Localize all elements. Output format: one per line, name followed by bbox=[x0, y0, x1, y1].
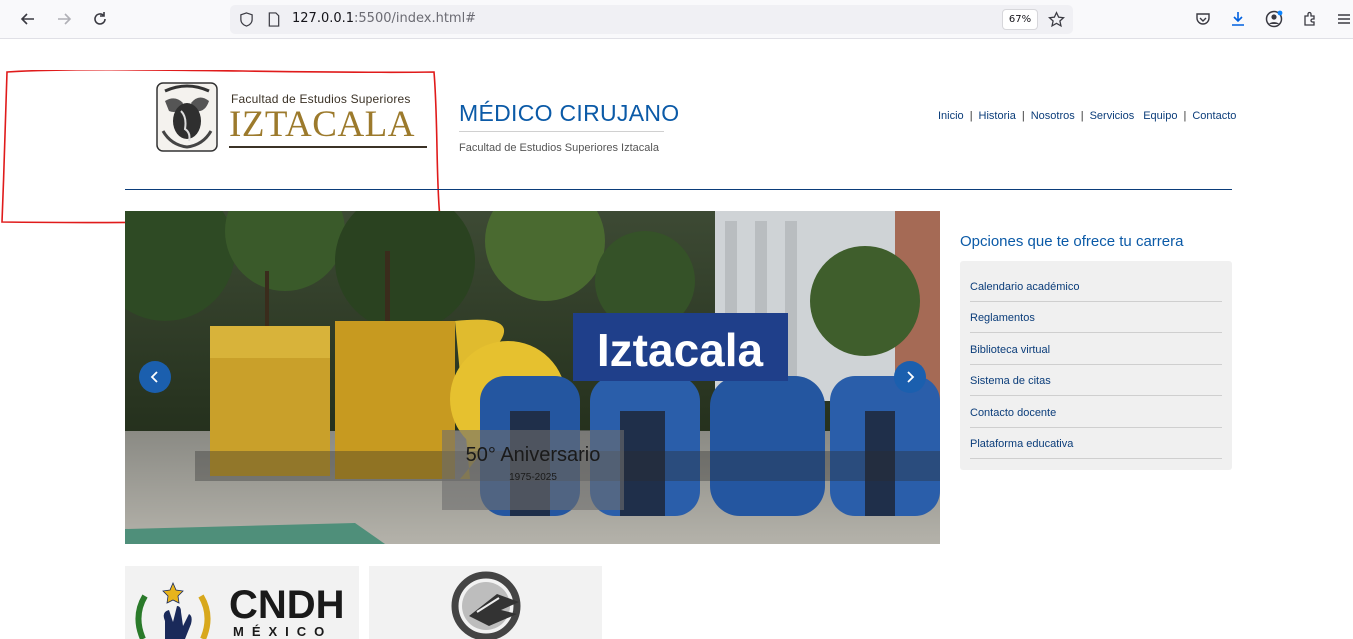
sidebar-item-citas[interactable]: Sistema de citas bbox=[970, 365, 1222, 396]
iztacala-sign-text: Iztacala bbox=[597, 324, 764, 376]
nav-link-nosotros[interactable]: Nosotros bbox=[1031, 110, 1075, 122]
hero-carousel[interactable]: Iztacala 50° Aniversario 1975-2025 bbox=[125, 211, 940, 544]
download-icon[interactable] bbox=[1227, 8, 1249, 30]
cndh-card[interactable]: CNDH MÉXICO bbox=[125, 566, 359, 639]
unam-crest-icon bbox=[156, 82, 218, 152]
sidebar-item-reglamentos[interactable]: Reglamentos bbox=[970, 302, 1222, 333]
nav-separator: | bbox=[1021, 110, 1025, 122]
forward-icon[interactable] bbox=[53, 8, 75, 30]
url-text[interactable]: 127.0.0.1:5500/index.html# bbox=[292, 11, 476, 26]
cndh-logo: CNDH MÉXICO bbox=[135, 581, 345, 639]
page-subtitle: Facultad de Estudios Superiores Iztacala bbox=[459, 142, 659, 154]
nav-link-inicio[interactable]: Inicio bbox=[938, 110, 964, 122]
bookmark-star-icon[interactable] bbox=[1048, 11, 1065, 28]
caption-subtitle: 1975-2025 bbox=[509, 472, 557, 483]
nav-link-equipo[interactable]: Equipo bbox=[1143, 110, 1177, 122]
shield-icon[interactable] bbox=[239, 12, 254, 27]
back-icon[interactable] bbox=[17, 8, 39, 30]
page-icon bbox=[268, 12, 280, 27]
nav-link-contacto[interactable]: Contacto bbox=[1192, 110, 1236, 122]
nav-separator: | bbox=[1080, 110, 1084, 122]
chevron-left-icon bbox=[150, 371, 158, 383]
sidebar-item-calendario[interactable]: Calendario académico bbox=[970, 271, 1222, 302]
logo-rule bbox=[229, 146, 427, 148]
menu-icon[interactable] bbox=[1333, 8, 1353, 30]
nav-separator: | bbox=[969, 110, 973, 122]
sidebar-item-contacto-docente[interactable]: Contacto docente bbox=[970, 397, 1222, 428]
carousel-prev-button[interactable] bbox=[139, 361, 171, 393]
browser-toolbar: 127.0.0.1:5500/index.html# 67% bbox=[0, 0, 1353, 39]
reload-icon[interactable] bbox=[89, 8, 111, 30]
caption-title: 50° Aniversario bbox=[465, 444, 601, 466]
sidebar-item-biblioteca[interactable]: Biblioteca virtual bbox=[970, 334, 1222, 365]
account-icon[interactable] bbox=[1263, 8, 1285, 30]
sidebar-item-plataforma[interactable]: Plataforma educativa bbox=[970, 428, 1222, 459]
partner-logo-icon bbox=[451, 571, 521, 639]
chevron-right-icon bbox=[907, 371, 915, 383]
sidebar-menu: Calendario académico Reglamentos Bibliot… bbox=[960, 261, 1232, 470]
title-divider bbox=[459, 131, 664, 132]
nav-separator: | bbox=[1183, 110, 1187, 122]
extensions-icon[interactable] bbox=[1299, 8, 1321, 30]
zoom-level[interactable]: 67% bbox=[1002, 9, 1038, 30]
sidebar-heading: Opciones que te ofrece tu carrera bbox=[960, 233, 1184, 250]
cndh-subtitle: MÉXICO bbox=[233, 624, 332, 639]
main-nav: Inicio | Historia | Nosotros | Servicios… bbox=[938, 110, 1236, 122]
logo-wordmark: IZTACALA bbox=[229, 104, 416, 145]
pocket-icon[interactable] bbox=[1192, 8, 1214, 30]
nav-link-servicios[interactable]: Servicios bbox=[1090, 110, 1135, 122]
url-bar[interactable]: 127.0.0.1:5500/index.html# 67% bbox=[230, 5, 1073, 34]
header-divider bbox=[125, 189, 1232, 190]
partner-card[interactable] bbox=[369, 566, 602, 639]
web-page: Facultad de Estudios Superiores IZTACALA… bbox=[0, 40, 1353, 639]
carousel-next-button[interactable] bbox=[894, 361, 926, 393]
cndh-title: CNDH bbox=[229, 583, 345, 627]
carousel-caption: 50° Aniversario 1975-2025 bbox=[442, 430, 624, 510]
page-title: MÉDICO CIRUJANO bbox=[459, 100, 680, 126]
nav-link-historia[interactable]: Historia bbox=[979, 110, 1016, 122]
fes-iztacala-logo[interactable]: Facultad de Estudios Superiores IZTACALA bbox=[155, 81, 430, 153]
